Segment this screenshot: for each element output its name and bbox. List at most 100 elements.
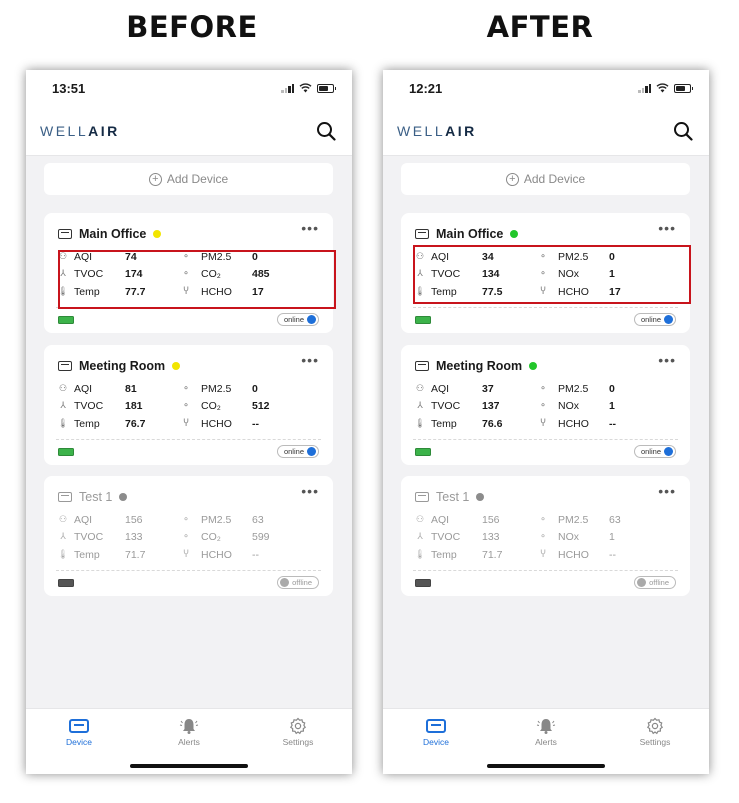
metric-label: Temp bbox=[74, 548, 100, 561]
device-icon bbox=[69, 719, 89, 733]
metric-value: 0 bbox=[609, 382, 615, 395]
metric-label: AQI bbox=[431, 513, 450, 526]
status-dot bbox=[529, 362, 538, 370]
more-options-icon[interactable]: ••• bbox=[301, 221, 319, 235]
battery-icon bbox=[58, 579, 74, 587]
bell-alert-icon bbox=[179, 719, 199, 734]
connection-label: offline bbox=[649, 578, 669, 587]
metric-value: 76.7 bbox=[125, 417, 146, 430]
device-card[interactable]: Meeting Room ••• ⚇ AQI 37 ⚬ PM2.5 0 ⅄ TVOC 137 ⚬ NOx… bbox=[401, 345, 690, 465]
cellular-signal-icon bbox=[638, 83, 651, 93]
device-card[interactable]: Test 1 ••• ⚇ AQI 156 ⚬ PM2.5 63 ⅄ TVOC 133 ⚬ NOx 1 🌡︎ T… bbox=[401, 476, 690, 596]
more-options-icon[interactable]: ••• bbox=[658, 353, 676, 367]
tab-device[interactable]: Device bbox=[34, 715, 124, 747]
device-icon bbox=[415, 492, 429, 502]
more-options-icon[interactable]: ••• bbox=[658, 221, 676, 235]
metric-label: HCHO bbox=[201, 548, 232, 561]
add-device-button[interactable]: + Add Device bbox=[44, 163, 333, 195]
pm25-icon: ⚬ bbox=[182, 383, 190, 393]
divider bbox=[56, 570, 321, 571]
metric-value: 599 bbox=[252, 530, 270, 543]
tab-alerts[interactable]: Alerts bbox=[501, 715, 591, 747]
connection-toggle[interactable]: offline bbox=[277, 576, 319, 589]
metric-label: PM2.5 bbox=[201, 513, 232, 526]
search-icon[interactable] bbox=[673, 121, 693, 141]
tab-settings[interactable]: Settings bbox=[253, 715, 343, 747]
home-indicator bbox=[130, 764, 248, 768]
metric-value: 81 bbox=[125, 382, 137, 395]
connection-label: online bbox=[283, 315, 304, 324]
metric-value: 63 bbox=[609, 513, 621, 526]
metric-value: 181 bbox=[125, 399, 143, 412]
phone-screen-after: 12:21 WELLAIR + Add Device Main Office ••… bbox=[383, 70, 709, 774]
metric-label: NOx bbox=[558, 530, 579, 543]
tvoc-icon: ⅄ bbox=[417, 531, 423, 541]
metric-row: 🌡︎ Temp 76.6 Ⴤ HCHO -- bbox=[413, 415, 685, 432]
metric-row: 🌡︎ Temp 76.7 Ⴤ HCHO -- bbox=[56, 415, 328, 432]
thermometer-icon: 🌡︎ bbox=[57, 418, 69, 428]
metric-label: CO₂ bbox=[201, 530, 221, 543]
hcho-icon: Ⴤ bbox=[183, 549, 189, 559]
metric-value: -- bbox=[609, 417, 616, 430]
more-options-icon[interactable]: ••• bbox=[301, 484, 319, 498]
wellair-logo: WELLAIR bbox=[40, 122, 120, 139]
tvoc-icon: ⅄ bbox=[60, 531, 66, 541]
battery-status-icon bbox=[674, 83, 693, 93]
metric-value: 37 bbox=[482, 382, 494, 395]
device-name: Test 1 bbox=[79, 490, 113, 504]
connection-toggle[interactable]: online bbox=[633, 313, 676, 326]
status-time: 12:21 bbox=[409, 80, 443, 96]
toggle-knob bbox=[637, 578, 647, 587]
hcho-icon: Ⴤ bbox=[540, 549, 546, 559]
metric-row: 🌡︎ Temp 71.7 Ⴤ HCHO -- bbox=[56, 546, 328, 563]
connection-toggle[interactable]: offline bbox=[634, 576, 676, 589]
battery-icon bbox=[58, 448, 74, 456]
more-options-icon[interactable]: ••• bbox=[301, 353, 319, 367]
connection-toggle[interactable]: online bbox=[276, 445, 319, 458]
device-name: Main Office bbox=[436, 227, 504, 241]
thermometer-icon: 🌡︎ bbox=[414, 418, 426, 428]
co-icon: ⚬ bbox=[182, 531, 190, 541]
device-name: Meeting Room bbox=[79, 359, 166, 373]
metric-row: ⚇ AQI 37 ⚬ PM2.5 0 bbox=[413, 380, 685, 397]
plus-circle-icon: + bbox=[148, 172, 162, 186]
metric-label: HCHO bbox=[558, 417, 589, 430]
device-card[interactable]: Test 1 ••• ⚇ AQI 156 ⚬ PM2.5 63 ⅄ TVOC 133 ⚬ CO₂ 599 🌡… bbox=[44, 476, 333, 596]
divider bbox=[56, 439, 321, 440]
connection-label: online bbox=[640, 447, 661, 456]
tab-device-label: Device bbox=[423, 737, 449, 747]
metric-label: PM2.5 bbox=[558, 513, 589, 526]
status-dot bbox=[510, 230, 519, 238]
connection-label: online bbox=[640, 315, 661, 324]
add-device-button[interactable]: + Add Device bbox=[401, 163, 690, 195]
metric-value: -- bbox=[609, 548, 616, 561]
after-heading: AFTER bbox=[486, 10, 594, 44]
connection-toggle[interactable]: online bbox=[276, 313, 319, 326]
gear-icon bbox=[289, 717, 307, 735]
metric-row: ⅄ TVOC 133 ⚬ NOx 1 bbox=[413, 528, 685, 545]
tab-settings-label: Settings bbox=[639, 737, 671, 747]
connection-toggle[interactable]: online bbox=[633, 445, 676, 458]
add-device-label: Add Device bbox=[166, 172, 229, 186]
divider bbox=[413, 307, 678, 308]
tab-settings[interactable]: Settings bbox=[610, 715, 700, 747]
metric-value: 63 bbox=[252, 513, 264, 526]
metric-label: Temp bbox=[431, 417, 457, 430]
hcho-icon: Ⴤ bbox=[540, 418, 546, 428]
metric-label: Temp bbox=[74, 417, 100, 430]
device-icon bbox=[426, 719, 446, 733]
search-icon[interactable] bbox=[316, 121, 336, 141]
divider bbox=[413, 439, 678, 440]
device-card[interactable]: Meeting Room ••• ⚇ AQI 81 ⚬ PM2.5 0 ⅄ TVOC 181 ⚬ CO₂… bbox=[44, 345, 333, 465]
add-device-label: Add Device bbox=[523, 172, 586, 186]
pm25-icon: ⚬ bbox=[539, 383, 547, 393]
tab-device[interactable]: Device bbox=[391, 715, 481, 747]
highlight-box-after bbox=[413, 245, 691, 304]
thermometer-icon: 🌡︎ bbox=[57, 549, 69, 559]
battery-icon bbox=[58, 316, 74, 324]
before-heading: BEFORE bbox=[126, 10, 258, 44]
metric-label: PM2.5 bbox=[201, 382, 232, 395]
tab-alerts[interactable]: Alerts bbox=[144, 715, 234, 747]
more-options-icon[interactable]: ••• bbox=[658, 484, 676, 498]
connection-label: online bbox=[283, 447, 304, 456]
